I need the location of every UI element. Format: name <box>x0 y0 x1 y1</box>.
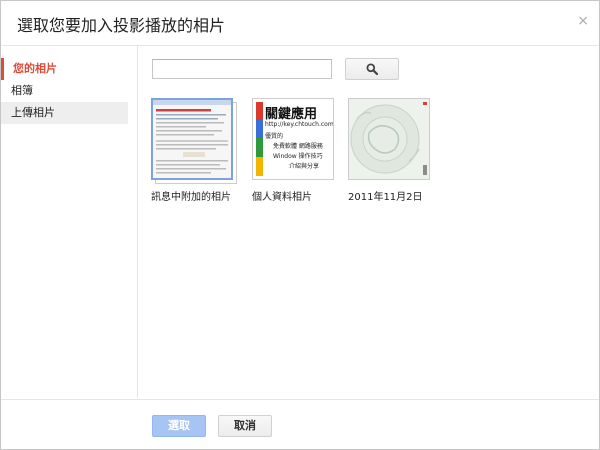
search-button[interactable] <box>345 58 399 80</box>
album-thumbnail[interactable]: 關鍵應用 http://key.chtouch.com 優質的 免費軟體 網路服… <box>252 98 334 180</box>
close-icon[interactable]: × <box>577 13 589 29</box>
dialog-titlebar: 選取您要加入投影播放的相片 × <box>1 1 599 46</box>
thumb-line: Window 操作技巧 <box>273 153 323 160</box>
search-input[interactable] <box>152 59 332 79</box>
dialog-footer: 選取 取消 <box>1 399 599 450</box>
album-profile-photos[interactable]: 關鍵應用 http://key.chtouch.com 優質的 免費軟體 網路服… <box>252 98 340 203</box>
search-icon <box>366 63 378 75</box>
album-thumbnail[interactable] <box>348 98 430 180</box>
album-date[interactable]: 2011年11月2日 <box>348 98 436 203</box>
thumb-color-bar <box>256 102 263 176</box>
sidebar-item-upload[interactable]: 上傳相片 <box>1 102 128 124</box>
sidebar-item-your-photos[interactable]: 您的相片 <box>1 58 128 80</box>
photo-picker-dialog: 選取您要加入投影播放的相片 × 您的相片 相簿 上傳相片 訊息中附加的相片 關鍵… <box>0 0 600 450</box>
thumb-url: http://key.chtouch.com <box>265 121 334 128</box>
album-label: 訊息中附加的相片 <box>151 192 231 203</box>
main-panel: 訊息中附加的相片 關鍵應用 http://key.chtouch.com 優質的… <box>138 46 599 398</box>
album-label: 個人資料相片 <box>252 192 312 203</box>
sidebar-item-albums[interactable]: 相簿 <box>1 80 128 102</box>
album-label: 2011年11月2日 <box>348 192 423 203</box>
thumb-porcelain-image <box>349 99 429 179</box>
select-button[interactable]: 選取 <box>152 415 206 437</box>
album-thumbnail[interactable] <box>151 98 233 180</box>
cancel-button[interactable]: 取消 <box>218 415 272 437</box>
album-message-photos[interactable]: 訊息中附加的相片 <box>151 98 239 203</box>
thumb-title: 關鍵應用 <box>265 107 318 122</box>
thumb-line: 介紹與分享 <box>289 163 320 170</box>
dialog-title: 選取您要加入投影播放的相片 <box>17 16 226 35</box>
thumb-line: 優質的 <box>265 133 284 140</box>
thumb-screenshot-image <box>153 100 231 178</box>
thumb-line: 免費軟體 網路服務 <box>273 143 323 150</box>
sidebar: 您的相片 相簿 上傳相片 <box>1 46 138 398</box>
